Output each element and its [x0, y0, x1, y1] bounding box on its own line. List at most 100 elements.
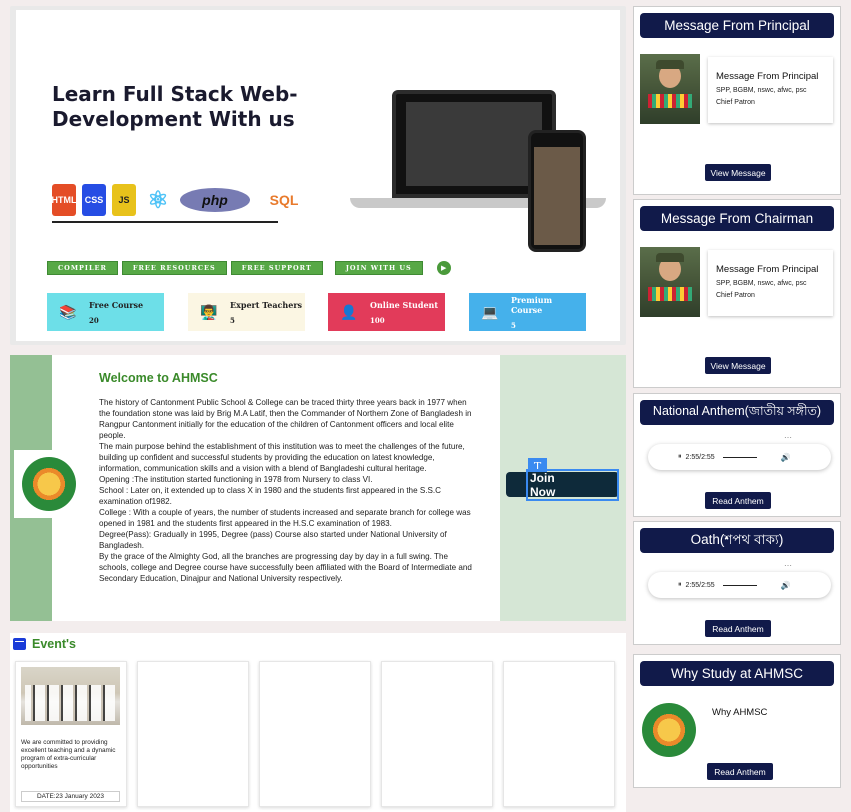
principal-heading: Message From Principal	[640, 13, 834, 38]
chairman-heading: Message From Chairman	[640, 206, 834, 231]
welcome-paragraph: By the grace of the Almighty God, all th…	[99, 552, 472, 583]
stat-value: 5	[230, 315, 235, 325]
school-logo	[14, 450, 84, 518]
html5-icon: HTML	[52, 184, 77, 216]
oath-audio-player[interactable]: ⋯ ⏸ 2:55/2:55 🔊	[648, 561, 831, 598]
principal-card: Message From Principal Message From Prin…	[633, 6, 841, 195]
message-role: Chief Patron	[716, 99, 755, 106]
stat-premium-course: 💻 Premium Course 5	[469, 293, 586, 331]
principal-message-box: Message From Principal SPP, BGBM, nswc, …	[708, 57, 833, 123]
oath-card: Oath(শপথ বাক্য) ⋯ ⏸ 2:55/2:55 🔊 Read Ant…	[633, 521, 841, 645]
compiler-button[interactable]: COMPILER	[47, 261, 118, 275]
volume-icon[interactable]: 🔊	[781, 453, 791, 462]
laptop-user-icon: 💻	[481, 303, 499, 320]
stat-value: 5	[510, 320, 516, 330]
hero-title: Learn Full Stack Web-Development With us	[52, 82, 298, 131]
audio-progress[interactable]	[722, 456, 757, 458]
welcome-section: Welcome to AHMSC The history of Cantonme…	[10, 355, 626, 621]
message-role: Chief Patron	[716, 292, 755, 299]
events-title: Event's	[32, 637, 76, 651]
event-text: We are committed to providing excellent …	[21, 739, 116, 770]
welcome-paragraph: The main purpose behind the establishmen…	[99, 442, 465, 473]
join-with-us-button[interactable]: JOIN WITH US	[334, 261, 423, 275]
stat-free-course: 📚 Free Course 20	[47, 293, 164, 331]
anthem-audio-player[interactable]: ⋯ ⏸ 2:55/2:55 🔊	[648, 433, 831, 470]
event-card[interactable]	[259, 661, 371, 807]
message-degrees: SPP, BGBM, nswc, afwc, psc	[716, 87, 807, 94]
divider	[52, 221, 278, 223]
event-card[interactable]	[503, 661, 615, 807]
audio-time: 2:55/2:55	[685, 453, 715, 461]
stat-value: 20	[89, 315, 99, 325]
hero-banner: Learn Full Stack Web-Development With us…	[10, 6, 626, 345]
welcome-paragraph: The history of Cantonment Public School …	[99, 398, 472, 440]
welcome-paragraph: School : Later on, it extended up to cla…	[99, 486, 441, 506]
more-icon[interactable]: ⋯	[784, 561, 792, 570]
event-card[interactable]	[381, 661, 493, 807]
chairman-message-box: Message From Principal SPP, BGBM, nswc, …	[708, 250, 833, 316]
stat-value: 100	[370, 315, 385, 325]
welcome-paragraph: Degree(Pass): Gradually in 1995, Degree …	[99, 530, 447, 550]
free-support-button[interactable]: FREE SUPPORT	[230, 261, 323, 275]
pause-icon[interactable]: ⏸	[678, 453, 682, 461]
php-icon: php	[180, 188, 250, 212]
anthem-heading: National Anthem(জাতীয় সঙ্গীত)	[640, 400, 834, 425]
oath-heading: Oath(শপথ বাক্য)	[640, 528, 834, 553]
stat-label: Online Student	[370, 299, 439, 310]
event-date: DATE:23 January 2023	[21, 791, 120, 802]
free-resources-button[interactable]: FREE RESOURCES	[121, 261, 227, 275]
stat-online-student: 👤 Online Student 100	[328, 293, 445, 331]
hero-slide[interactable]: Learn Full Stack Web-Development With us…	[16, 10, 620, 341]
student-icon: 👤	[340, 303, 358, 320]
event-card[interactable]	[137, 661, 249, 807]
welcome-paragraph: Opening :The institution started functio…	[99, 475, 373, 484]
read-anthem-button[interactable]: Read Anthem	[707, 763, 773, 780]
event-card[interactable]: We are committed to providing excellent …	[15, 661, 127, 807]
join-now-button[interactable]: Join Now	[506, 468, 619, 501]
audio-time: 2:55/2:55	[685, 581, 715, 589]
more-icon[interactable]: ⋯	[784, 433, 792, 442]
join-now-label: Join Now	[526, 468, 619, 501]
welcome-body: The history of Cantonment Public School …	[99, 397, 479, 584]
react-icon: ⚛	[147, 186, 169, 214]
welcome-title: Welcome to AHMSC	[99, 371, 218, 385]
events-header: Event's	[13, 637, 76, 651]
why-study-card: Why Study at AHMSC Why AHMSC Read Anthem	[633, 654, 841, 788]
chairman-photo	[640, 247, 700, 317]
css3-icon: CSS	[82, 184, 106, 216]
chairman-card: Message From Chairman Message From Princ…	[633, 199, 841, 388]
read-anthem-button[interactable]: Read Anthem	[705, 620, 771, 637]
events-section: Event's We are committed to providing ex…	[10, 633, 626, 812]
books-icon: 📚	[59, 303, 77, 320]
logo-icon	[642, 703, 696, 757]
welcome-paragraph: College : With a couple of years, the nu…	[99, 508, 471, 528]
teacher-icon: 👨‍🏫	[200, 303, 218, 320]
phone-illustration	[528, 130, 586, 252]
event-photo	[21, 667, 120, 725]
audio-progress[interactable]	[722, 584, 757, 586]
stat-label: Free Course	[89, 299, 144, 310]
tech-logos: HTML CSS JS ⚛ php SQL	[52, 180, 312, 220]
why-study-heading: Why Study at AHMSC	[640, 661, 834, 686]
principal-photo	[640, 54, 700, 124]
volume-icon[interactable]: 🔊	[781, 581, 791, 590]
message-title: Message From Principal	[716, 264, 819, 275]
read-anthem-button[interactable]: Read Anthem	[705, 492, 771, 509]
hero-buttons: COMPILER FREE RESOURCES FREE SUPPORT JOI…	[47, 261, 451, 275]
calendar-icon	[13, 638, 26, 650]
javascript-icon: JS	[112, 184, 136, 216]
play-icon[interactable]: ▶	[436, 261, 451, 275]
view-message-button[interactable]: View Message	[705, 164, 771, 181]
why-logo	[638, 699, 700, 761]
message-degrees: SPP, BGBM, nswc, afwc, psc	[716, 280, 807, 287]
anthem-card: National Anthem(জাতীয় সঙ্গীত) ⋯ ⏸ 2:55/…	[633, 393, 841, 517]
stat-label: Expert Teachers	[230, 299, 303, 310]
why-text: Why AHMSC	[712, 707, 768, 718]
view-message-button[interactable]: View Message	[705, 357, 771, 374]
logo-icon	[22, 457, 76, 511]
pause-icon[interactable]: ⏸	[678, 581, 682, 589]
stat-label: Premium Course	[510, 294, 553, 315]
stat-expert-teachers: 👨‍🏫 Expert Teachers 5	[188, 293, 305, 331]
message-title: Message From Principal	[716, 71, 819, 82]
sql-icon: SQL	[269, 192, 299, 208]
